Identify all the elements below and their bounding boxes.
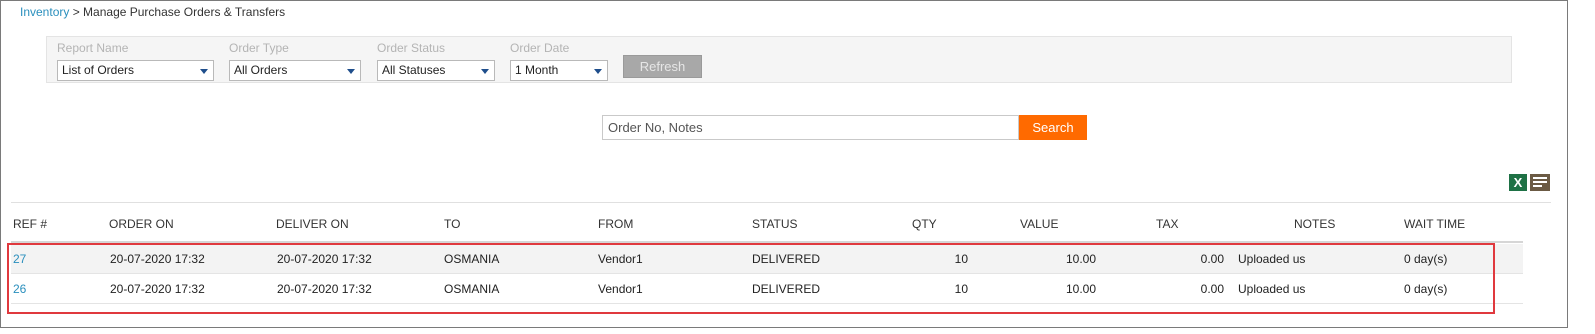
column-header-ref[interactable]: REF #: [13, 217, 47, 231]
column-header-qty[interactable]: QTY: [912, 217, 937, 231]
order-status-select[interactable]: All Statuses: [377, 60, 495, 81]
column-header-wait-time[interactable]: WAIT TIME: [1404, 217, 1465, 231]
report-name-label: Report Name: [57, 41, 129, 55]
order-type-filter: Order Type All Orders: [229, 40, 361, 81]
list-view-icon[interactable]: [1530, 174, 1550, 191]
chevron-down-icon: [591, 63, 605, 78]
report-name-filter: Report Name List of Orders: [57, 40, 214, 81]
order-date-label: Order Date: [510, 41, 570, 55]
order-date-filter: Order Date 1 Month: [510, 40, 608, 81]
order-date-select[interactable]: 1 Month: [510, 60, 608, 81]
column-header-from[interactable]: FROM: [598, 217, 633, 231]
column-header-order-on[interactable]: ORDER ON: [109, 217, 174, 231]
order-date-value: 1 Month: [515, 63, 559, 77]
order-type-select[interactable]: All Orders: [229, 60, 361, 81]
order-type-label: Order Type: [229, 41, 289, 55]
column-header-value[interactable]: VALUE: [1020, 217, 1058, 231]
chevron-down-icon: [197, 63, 211, 78]
column-header-deliver-on[interactable]: DELIVER ON: [276, 217, 349, 231]
page-title: Manage Purchase Orders & Transfers: [83, 5, 286, 19]
search-button[interactable]: Search: [1019, 115, 1087, 140]
search-input[interactable]: Order No, Notes: [602, 115, 1019, 140]
column-header-tax[interactable]: TAX: [1156, 217, 1178, 231]
highlight-box: [7, 243, 1495, 314]
chevron-down-icon: [478, 63, 492, 78]
header-divider: [11, 202, 1551, 203]
order-type-value: All Orders: [234, 63, 288, 77]
column-header-notes[interactable]: NOTES: [1294, 217, 1335, 231]
column-header-to[interactable]: TO: [444, 217, 460, 231]
report-name-value: List of Orders: [62, 63, 135, 77]
order-status-filter: Order Status All Statuses: [377, 40, 495, 81]
refresh-button[interactable]: Refresh: [623, 55, 702, 78]
excel-export-icon[interactable]: X: [1509, 174, 1527, 191]
chevron-down-icon: [344, 63, 358, 78]
breadcrumb-inventory-link[interactable]: Inventory: [20, 5, 69, 19]
order-status-label: Order Status: [377, 41, 446, 55]
breadcrumb: Inventory > Manage Purchase Orders & Tra…: [20, 5, 285, 19]
order-status-value: All Statuses: [382, 63, 446, 77]
filter-panel: Report Name List of Orders Order Type Al…: [46, 36, 1512, 83]
report-name-select[interactable]: List of Orders: [57, 60, 214, 81]
column-header-status[interactable]: STATUS: [752, 217, 798, 231]
breadcrumb-separator: >: [69, 5, 84, 19]
table-header: REF # ORDER ON DELIVER ON TO FROM STATUS…: [11, 213, 1523, 243]
